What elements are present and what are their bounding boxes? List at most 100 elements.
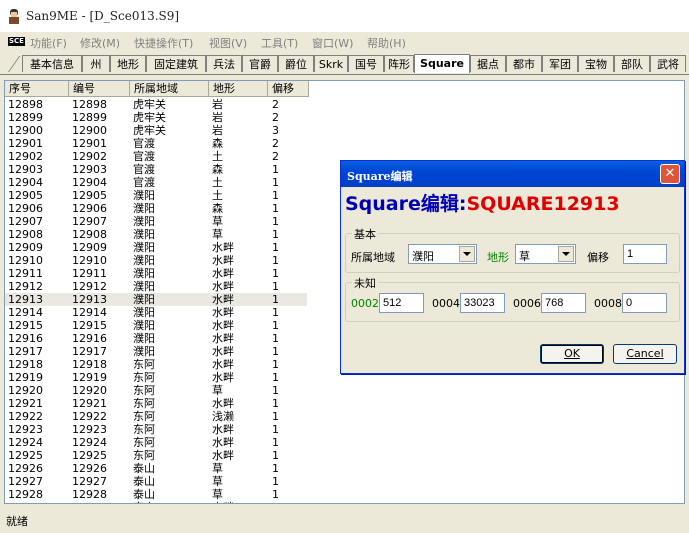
table-row[interactable]: 12926 12926 泰山 草 1 [5,462,307,475]
tab-formation[interactable]: 阵形 [384,55,414,72]
table-row[interactable]: 12899 12899 虎牢关 岩 2 [5,111,307,124]
terrain-select[interactable]: 草 [515,244,576,264]
table-cell: 1 [272,371,279,384]
table-row[interactable]: 12918 12918 东阿 水畔 1 [5,358,307,371]
table-row[interactable]: 12902 12902 官渡 土 2 [5,150,307,163]
tab-army[interactable]: 军团 [542,55,578,72]
menu-help[interactable]: 帮助(H) [367,35,406,51]
tab-unit[interactable]: 部队 [614,55,650,72]
table-row[interactable]: 12898 12898 虎牢关 岩 2 [5,98,307,111]
menu-view[interactable]: 视图(V) [209,35,247,51]
table-row[interactable]: 12914 12914 濮阳 水畔 1 [5,306,307,319]
menu-window[interactable]: 窗口(W) [312,35,353,51]
tab-terrain[interactable]: 地形 [110,55,146,72]
menu-modify[interactable]: 修改(M) [80,35,120,51]
table-cell: 岩 [212,124,223,137]
table-row[interactable]: 12912 12912 濮阳 水畔 1 [5,280,307,293]
table-row[interactable]: 12921 12921 东阿 水畔 1 [5,397,307,410]
tab-fixed-buildings[interactable]: 固定建筑 [146,55,206,72]
table-row[interactable]: 12923 12923 东阿 水畔 1 [5,423,307,436]
tab-city[interactable]: 都市 [506,55,542,72]
table-row[interactable]: 12903 12903 官渡 森 1 [5,163,307,176]
table-row[interactable]: 12917 12917 濮阳 水畔 1 [5,345,307,358]
field-0006-input[interactable] [541,293,586,313]
column-header-index[interactable]: 序号 [5,81,69,97]
table-row[interactable]: 12904 12904 官渡 土 1 [5,176,307,189]
table-row[interactable]: 12927 12927 泰山 草 1 [5,475,307,488]
dialog-title-bar[interactable]: Square编辑 ✕ [341,161,684,187]
table-row[interactable]: 12915 12915 濮阳 水畔 1 [5,319,307,332]
table-cell: 12911 [72,267,107,280]
table-row[interactable]: 12919 12919 东阿 水畔 1 [5,371,307,384]
tab-country-name[interactable]: 国号 [348,55,384,72]
table-cell: 1 [272,306,279,319]
field-0002-input[interactable] [379,293,424,313]
table-row[interactable]: 12920 12920 东阿 草 1 [5,384,307,397]
table-row[interactable]: 12929 12929 泰山 水畔 1 [5,501,307,503]
table-row[interactable]: 12922 12922 东阿 浅濑 1 [5,410,307,423]
table-row[interactable]: 12925 12925 东阿 水畔 1 [5,449,307,462]
table-cell: 12921 [8,397,43,410]
menu-function[interactable]: 功能(F) [30,35,67,51]
table-row[interactable]: 12906 12906 濮阳 森 1 [5,202,307,215]
table-cell: 岩 [212,111,223,124]
column-header-region[interactable]: 所属地域 [130,81,209,97]
table-cell: 岩 [212,98,223,111]
region-select[interactable]: 濮阳 [408,244,477,264]
tab-official-rank[interactable]: 官爵 [242,55,278,72]
tab-general[interactable]: 武将 [650,55,686,72]
table-cell: 12925 [8,449,43,462]
menu-shortcuts[interactable]: 快捷操作(T) [134,35,193,51]
tab-square[interactable]: Square [414,54,470,73]
table-cell: 12912 [8,280,43,293]
tab-tactics[interactable]: 兵法 [206,55,242,72]
table-row[interactable]: 12909 12909 濮阳 水畔 1 [5,241,307,254]
column-header-terrain[interactable]: 地形 [209,81,268,97]
column-header-offset[interactable]: 偏移 [268,81,309,97]
offset-input[interactable] [623,244,667,264]
table-cell: 12901 [8,137,43,150]
table-row[interactable]: 12901 12901 官渡 森 2 [5,137,307,150]
table-row[interactable]: 12928 12928 泰山 草 1 [5,488,307,501]
tab-skrk[interactable]: Skrk [314,55,348,72]
table-cell: 泰山 [133,462,155,475]
table-row[interactable]: 12913 12913 濮阳 水畔 1 [5,293,307,306]
ok-button[interactable]: OK [540,344,604,364]
table-cell: 12907 [72,215,107,228]
field-0004-input[interactable] [460,293,505,313]
table-row[interactable]: 12905 12905 濮阳 土 1 [5,189,307,202]
table-cell: 12906 [8,202,43,215]
menu-tools[interactable]: 工具(T) [261,35,298,51]
table-cell: 1 [272,202,279,215]
table-row[interactable]: 12911 12911 濮阳 水畔 1 [5,267,307,280]
dialog-banner: Square编辑:SQUARE12913 [345,189,620,216]
table-cell: 草 [212,475,223,488]
table-row[interactable]: 12907 12907 濮阳 草 1 [5,215,307,228]
table-row[interactable]: 12900 12900 虎牢关 岩 3 [5,124,307,137]
cancel-button[interactable]: Cancel [613,344,677,364]
field-0008-input[interactable] [622,293,667,313]
close-icon[interactable]: ✕ [660,164,680,184]
table-cell: 水畔 [212,319,234,332]
group-basic-label: 基本 [352,226,378,242]
column-header-id[interactable]: 编号 [69,81,130,97]
table-cell: 东阿 [133,410,155,423]
tab-basic-info[interactable]: 基本信息 [22,55,82,72]
tab-title[interactable]: 爵位 [278,55,314,72]
tab-stronghold[interactable]: 据点 [470,55,506,72]
table-row[interactable]: 12910 12910 濮阳 水畔 1 [5,254,307,267]
table-cell: 12919 [72,371,107,384]
table-cell: 12902 [8,150,43,163]
table-row[interactable]: 12908 12908 濮阳 草 1 [5,228,307,241]
chevron-down-icon[interactable] [459,246,475,262]
table-row[interactable]: 12924 12924 东阿 水畔 1 [5,436,307,449]
table-row[interactable]: 12916 12916 濮阳 水畔 1 [5,332,307,345]
table-cell: 水畔 [212,306,234,319]
tab-treasure[interactable]: 宝物 [578,55,614,72]
table-cell: 1 [272,436,279,449]
tab-province[interactable]: 州 [82,55,110,72]
document-icon[interactable]: SCE [8,37,25,46]
chevron-down-icon[interactable] [558,246,574,262]
table-cell: 12900 [72,124,107,137]
table-cell: 水畔 [212,423,234,436]
